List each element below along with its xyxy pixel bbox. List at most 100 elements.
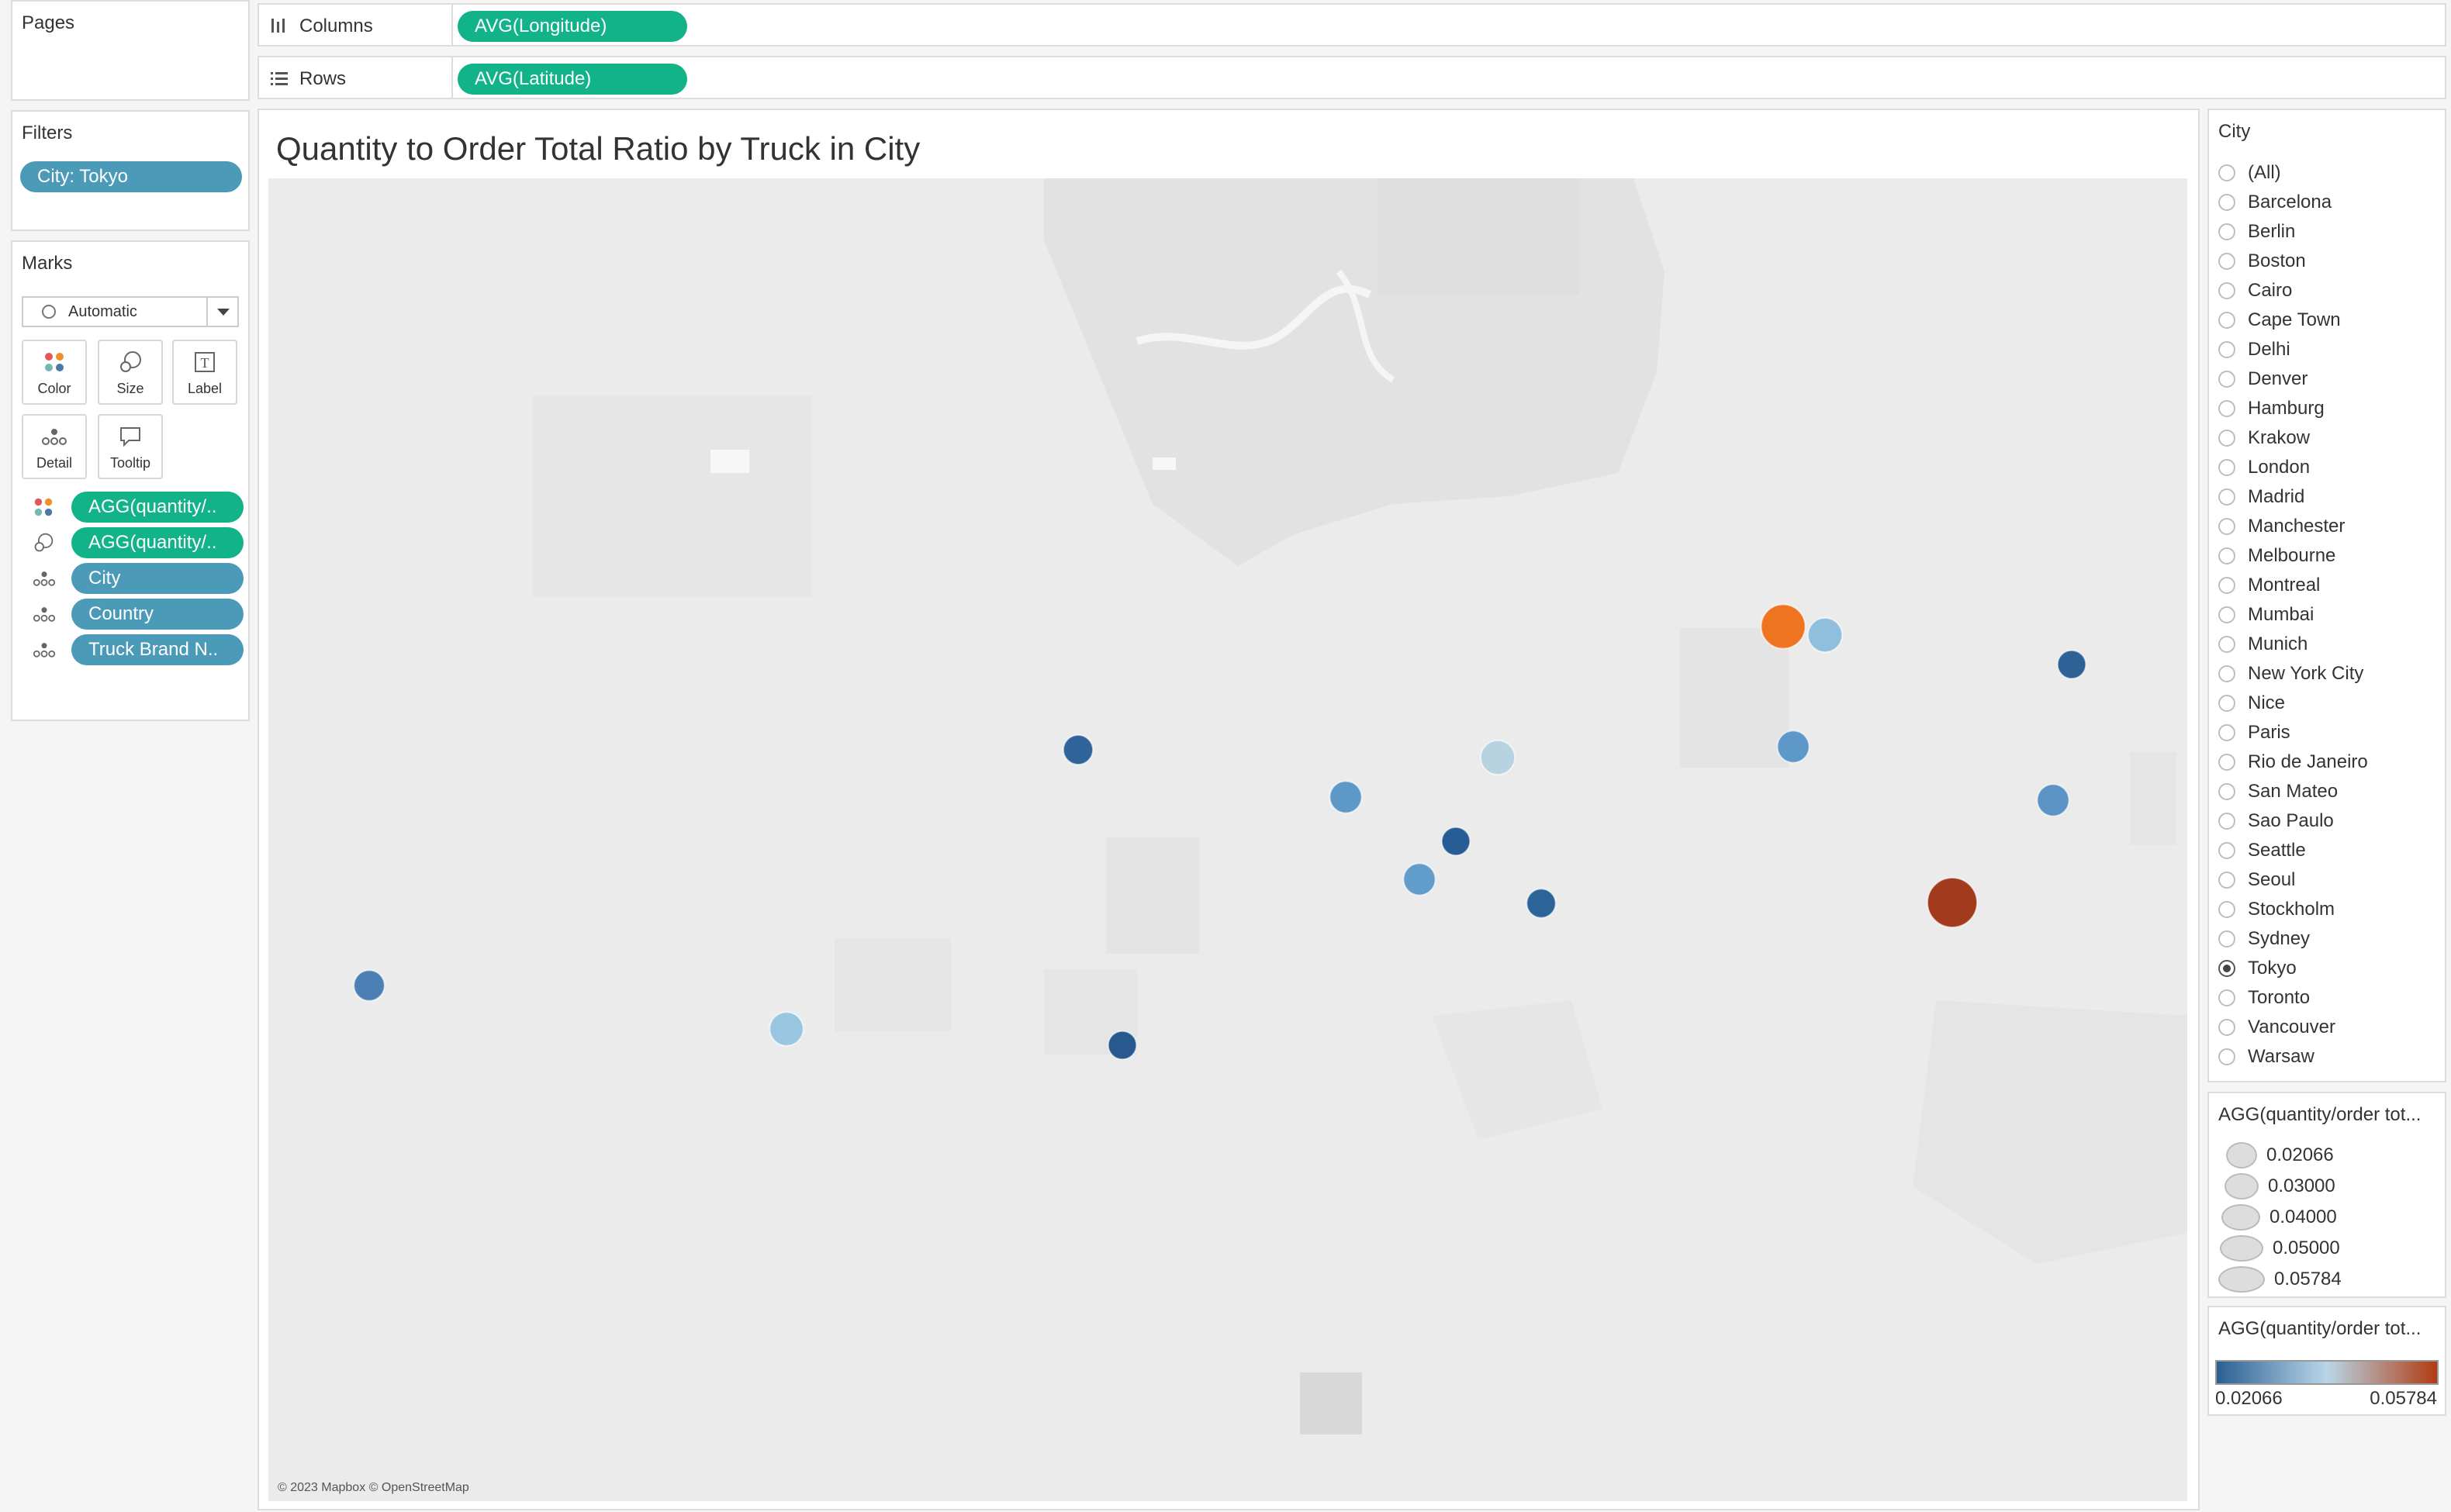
marks-field-pill[interactable]: Truck Brand N.. — [71, 634, 244, 665]
columns-icon — [271, 19, 285, 33]
city-option[interactable]: San Mateo — [2218, 777, 2338, 806]
city-option[interactable]: Melbourne — [2218, 541, 2335, 571]
radio-button[interactable] — [2218, 1048, 2235, 1065]
truck-ratio-mark[interactable] — [1479, 739, 1516, 776]
city-option[interactable]: Denver — [2218, 364, 2308, 394]
truck-ratio-mark[interactable] — [353, 969, 385, 1002]
size-card[interactable]: Size — [98, 340, 163, 405]
radio-button[interactable] — [2218, 754, 2235, 771]
chart-marks[interactable] — [268, 178, 2187, 1501]
map-area[interactable]: © 2023 Mapbox © OpenStreetMap — [268, 178, 2187, 1501]
radio-button[interactable] — [2218, 989, 2235, 1006]
filter-pill-city[interactable]: City: Tokyo — [20, 161, 242, 192]
truck-ratio-mark[interactable] — [1927, 877, 1978, 928]
tooltip-card[interactable]: Tooltip — [98, 414, 163, 479]
city-option[interactable]: Berlin — [2218, 217, 2295, 247]
label-card[interactable]: T Label — [172, 340, 237, 405]
city-option[interactable]: Tokyo — [2218, 954, 2297, 983]
radio-button[interactable] — [2218, 783, 2235, 800]
radio-button[interactable] — [2218, 400, 2235, 417]
radio-button[interactable] — [2218, 341, 2235, 358]
truck-ratio-mark[interactable] — [769, 1011, 804, 1047]
city-option[interactable]: Montreal — [2218, 571, 2320, 600]
city-option[interactable]: Boston — [2218, 247, 2306, 276]
city-option-label: Paris — [2248, 722, 2290, 743]
truck-ratio-mark[interactable] — [1440, 826, 1471, 857]
city-option[interactable]: Warsaw — [2218, 1042, 2314, 1072]
city-option[interactable]: Mumbai — [2218, 600, 2314, 630]
marks-field-pill[interactable]: AGG(quantity/.. — [71, 527, 244, 558]
detail-card[interactable]: Detail — [22, 414, 87, 479]
color-card[interactable]: Color — [22, 340, 87, 405]
city-option[interactable]: Barcelona — [2218, 188, 2332, 217]
city-option[interactable]: Sao Paulo — [2218, 806, 2334, 836]
radio-button[interactable] — [2218, 282, 2235, 299]
city-option[interactable]: Seoul — [2218, 865, 2295, 895]
radio-button[interactable] — [2218, 665, 2235, 682]
city-option[interactable]: New York City — [2218, 659, 2363, 689]
columns-shelf[interactable]: Columns AVG(Longitude) — [258, 3, 2446, 47]
color-legend-ramp — [2215, 1360, 2439, 1385]
truck-ratio-mark[interactable] — [1526, 888, 1557, 919]
radio-button[interactable] — [2218, 312, 2235, 329]
mark-type-dropdown[interactable]: Automatic — [22, 296, 239, 327]
columns-pill-longitude[interactable]: AVG(Longitude) — [458, 11, 687, 42]
radio-button[interactable] — [2218, 724, 2235, 741]
radio-button[interactable] — [2218, 488, 2235, 506]
city-option[interactable]: Cape Town — [2218, 306, 2341, 335]
truck-ratio-mark[interactable] — [1329, 780, 1363, 814]
city-option[interactable]: Stockholm — [2218, 895, 2335, 924]
city-option[interactable]: Hamburg — [2218, 394, 2325, 423]
radio-button[interactable] — [2218, 164, 2235, 181]
marks-field-pill[interactable]: Country — [71, 599, 244, 630]
radio-button[interactable] — [2218, 223, 2235, 240]
detail-icon — [33, 571, 56, 586]
radio-button[interactable] — [2218, 253, 2235, 270]
radio-button[interactable] — [2218, 901, 2235, 918]
city-option[interactable]: Manchester — [2218, 512, 2345, 541]
truck-ratio-mark[interactable] — [1062, 734, 1094, 766]
radio-button[interactable] — [2218, 459, 2235, 476]
rows-shelf[interactable]: Rows AVG(Latitude) — [258, 56, 2446, 99]
radio-button[interactable] — [2218, 695, 2235, 712]
radio-button[interactable] — [2218, 842, 2235, 859]
radio-button[interactable] — [2218, 518, 2235, 535]
tooltip-icon — [99, 423, 161, 450]
city-option[interactable]: Nice — [2218, 689, 2285, 718]
city-option[interactable]: Delhi — [2218, 335, 2290, 364]
rows-pill-latitude[interactable]: AVG(Latitude) — [458, 64, 687, 95]
truck-ratio-mark[interactable] — [1776, 730, 1810, 764]
truck-ratio-mark[interactable] — [2036, 783, 2070, 817]
city-option[interactable]: Rio de Janeiro — [2218, 747, 2368, 777]
radio-button[interactable] — [2218, 813, 2235, 830]
city-option[interactable]: Vancouver — [2218, 1013, 2335, 1042]
city-option[interactable]: London — [2218, 453, 2310, 482]
city-option[interactable]: Madrid — [2218, 482, 2304, 512]
marks-field-pill[interactable]: City — [71, 563, 244, 594]
city-option[interactable]: Toronto — [2218, 983, 2310, 1013]
city-option[interactable]: Krakow — [2218, 423, 2310, 453]
radio-button[interactable] — [2218, 371, 2235, 388]
truck-ratio-mark[interactable] — [1806, 616, 1844, 654]
city-option[interactable]: (All) — [2218, 158, 2281, 188]
radio-button[interactable] — [2218, 606, 2235, 623]
radio-button[interactable] — [2218, 960, 2235, 977]
city-option[interactable]: Cairo — [2218, 276, 2292, 306]
truck-ratio-mark[interactable] — [1760, 603, 1806, 650]
radio-button[interactable] — [2218, 636, 2235, 653]
radio-button[interactable] — [2218, 577, 2235, 594]
truck-ratio-mark[interactable] — [1107, 1030, 1138, 1061]
truck-ratio-mark[interactable] — [1402, 862, 1436, 896]
city-option[interactable]: Paris — [2218, 718, 2290, 747]
city-option[interactable]: Munich — [2218, 630, 2308, 659]
radio-button[interactable] — [2218, 430, 2235, 447]
radio-button[interactable] — [2218, 547, 2235, 564]
truck-ratio-mark[interactable] — [2056, 649, 2087, 680]
radio-button[interactable] — [2218, 194, 2235, 211]
city-option[interactable]: Seattle — [2218, 836, 2306, 865]
radio-button[interactable] — [2218, 872, 2235, 889]
radio-button[interactable] — [2218, 930, 2235, 948]
city-option[interactable]: Sydney — [2218, 924, 2310, 954]
marks-field-pill[interactable]: AGG(quantity/.. — [71, 492, 244, 523]
radio-button[interactable] — [2218, 1019, 2235, 1036]
